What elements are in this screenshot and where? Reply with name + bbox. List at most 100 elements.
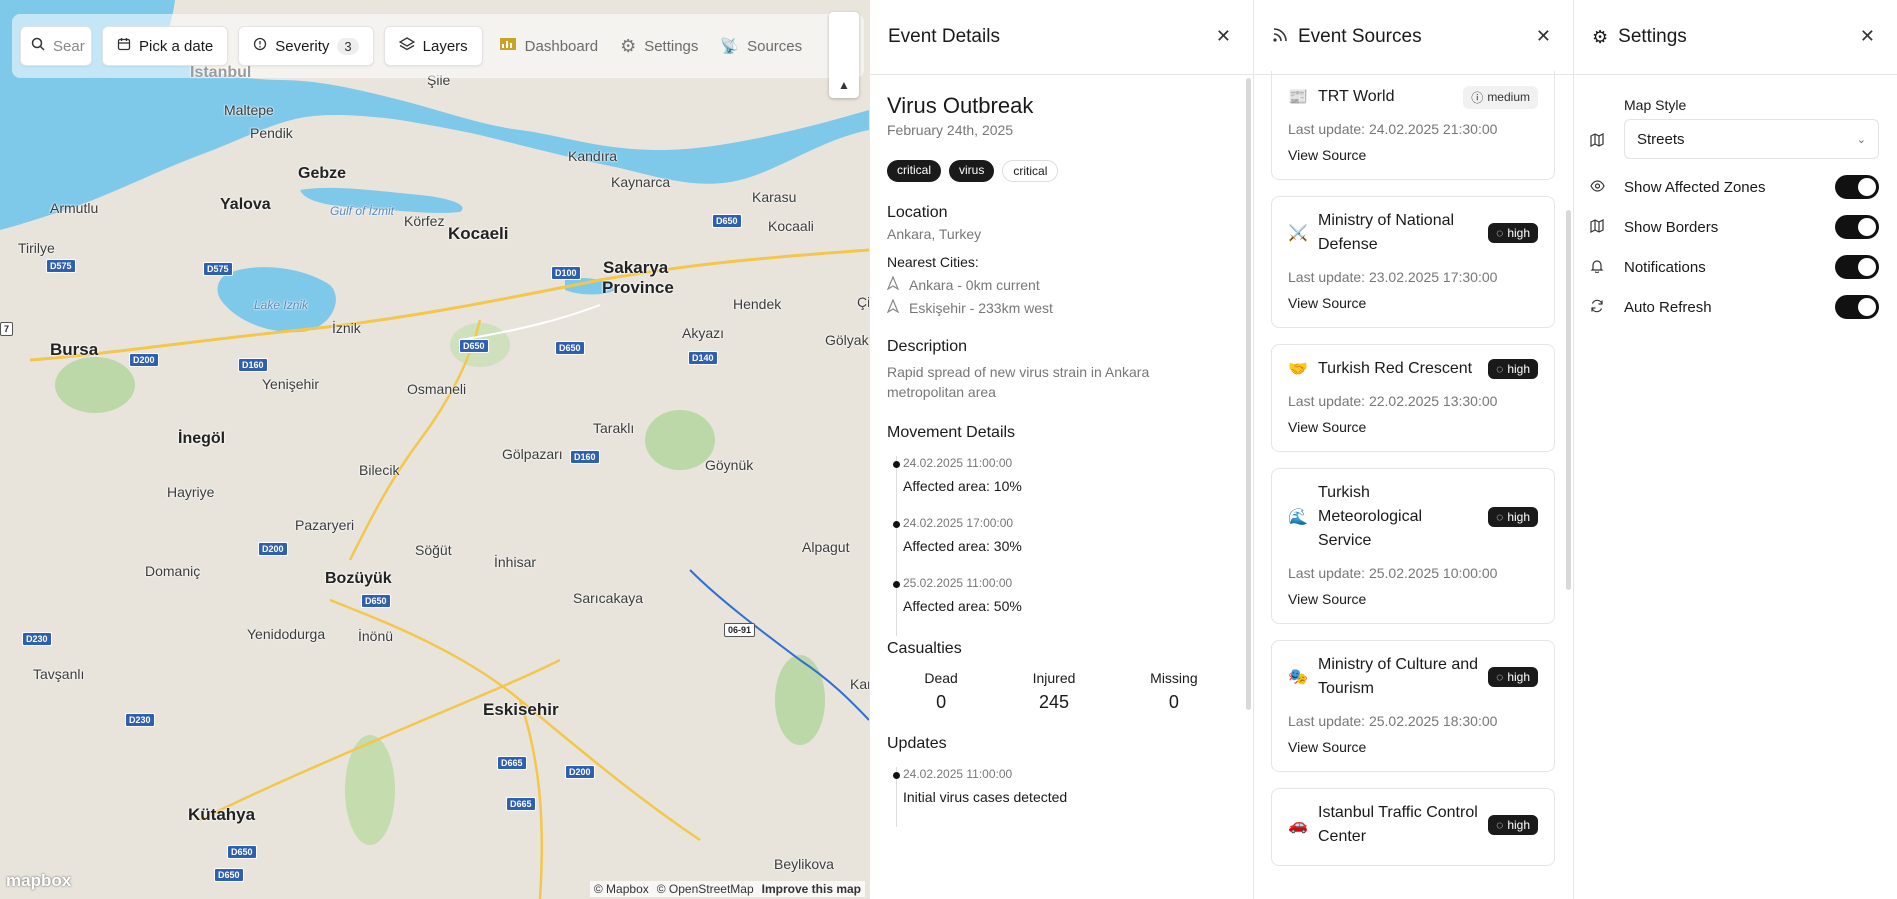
info-circle-icon: ⓘ (1471, 90, 1484, 105)
map-label-sogut: Söğüt (415, 542, 452, 558)
severity-text: high (1507, 670, 1530, 684)
map-label-sakarya: Sakarya (603, 258, 669, 277)
map-label-yenidodurga: Yenidodurga (247, 626, 326, 642)
layers-button[interactable]: Layers (383, 26, 483, 66)
view-source-link[interactable]: View Source (1288, 591, 1538, 607)
search-placeholder: Sear (53, 37, 85, 55)
road-badge: D200 (129, 353, 159, 367)
severity-label: Severity (275, 37, 330, 55)
tag-badge: critical (887, 160, 942, 182)
road-badge: D665 (497, 756, 527, 770)
map-label-lake-iznik: Lake Iznik (254, 298, 309, 312)
map-style-label: Map Style (1624, 97, 1687, 113)
timeline-time: 24.02.2025 11:00:00 (903, 456, 1013, 470)
map-icon (1590, 218, 1624, 236)
road-badge: D575 (46, 259, 76, 273)
timeline-time: 24.02.2025 17:00:00 (903, 516, 1014, 530)
attribution-mapbox[interactable]: © Mapbox (594, 882, 649, 896)
bell-icon (1590, 259, 1624, 276)
toggle-row-auto-refresh: Auto Refresh (1590, 287, 1879, 327)
location-heading: Location (887, 204, 948, 221)
compass-icon[interactable]: ▲ (838, 78, 850, 92)
map-label-ci: Çi (857, 294, 869, 310)
road-badge: D650 (555, 341, 585, 355)
eye-icon (1590, 179, 1624, 195)
timeline-time: 24.02.2025 11:00:00 (903, 767, 1013, 781)
map-label-golpazari: Gölpazarı (502, 446, 563, 462)
attribution-osm[interactable]: © OpenStreetMap (657, 882, 754, 896)
mapbox-logo[interactable]: mapbox (6, 871, 71, 891)
check-circle-icon: ◌ (1496, 226, 1504, 240)
navigation-icon (886, 275, 900, 293)
map-label-gebze: Gebze (298, 165, 347, 182)
wave-icon: 🌊 (1288, 509, 1308, 526)
car-icon: 🚗 (1288, 817, 1308, 834)
settings-button[interactable]: ⚙ Settings (614, 36, 704, 57)
toggle-row-affected-zones: Show Affected Zones (1590, 167, 1879, 207)
map-label-alpagut: Alpagut (802, 539, 850, 555)
sources-list: 📰 TRT World ⓘ medium Last update: 24.02.… (1254, 71, 1573, 866)
close-icon[interactable]: ✕ (1216, 26, 1231, 47)
nearest-city-item: Ankara - 0km current (886, 275, 1235, 293)
road-badge: 06-91 (724, 623, 756, 637)
road-badge: D575 (203, 262, 233, 276)
casualty-value: 245 (1038, 692, 1070, 712)
sources-button[interactable]: 📡 Sources (714, 37, 808, 56)
map-label-osmaneli: Osmaneli (407, 381, 467, 397)
map-label-korfez: Körfez (404, 213, 445, 229)
date-picker-button[interactable]: Pick a date (102, 26, 229, 66)
source-last-update: Last update: 25.02.2025 18:30:00 (1288, 713, 1498, 729)
timeline-text: Affected area: 10% (903, 478, 1022, 494)
search-icon (31, 37, 45, 55)
map-label-province: Province (602, 278, 674, 297)
map-label-armutlu: Armutlu (50, 200, 99, 216)
rss-icon (1272, 27, 1288, 48)
severity-count-badge: 3 (337, 37, 359, 55)
map-label-eskisehir: Eskisehir (483, 700, 559, 719)
notifications-toggle[interactable] (1835, 255, 1879, 279)
road-badge: D650 (361, 594, 391, 608)
tag-badge: virus (949, 160, 995, 182)
view-source-link[interactable]: View Source (1288, 295, 1538, 311)
road-badge: D100 (551, 266, 581, 280)
map-label-hendek: Hendek (733, 296, 782, 312)
source-card: 🤝 Turkish Red Crescent ◌ high Last updat… (1271, 344, 1555, 452)
map-label-inonu: İnönü (358, 628, 394, 644)
dashboard-button[interactable]: Dashboard (493, 36, 604, 56)
map-label-inhisar: İnhisar (494, 554, 537, 570)
map-label-hayriye: Hayriye (167, 484, 215, 500)
search-input[interactable]: Sear (20, 26, 92, 66)
view-source-link[interactable]: View Source (1288, 739, 1538, 755)
severity-badge: ⓘ medium (1463, 85, 1538, 109)
close-icon[interactable]: ✕ (1860, 26, 1875, 47)
close-icon[interactable]: ✕ (1536, 26, 1551, 47)
map-view[interactable]: Istanbul Şile Maltepe Pendik Gebze Kandı… (0, 0, 869, 899)
gear-icon: ⚙ (1592, 26, 1609, 47)
event-sources-header: Event Sources ✕ (1254, 0, 1573, 75)
scrollbar[interactable] (1246, 78, 1251, 710)
view-source-link[interactable]: View Source (1288, 147, 1538, 163)
auto-refresh-toggle[interactable] (1835, 295, 1879, 319)
timeline-text: Initial virus cases detected (903, 789, 1068, 805)
severity-text: medium (1487, 90, 1530, 104)
settings-header: ⚙ Settings ✕ (1574, 0, 1897, 75)
alert-circle-icon (253, 37, 267, 55)
map-style-select[interactable]: Streets ⌄ (1624, 119, 1879, 159)
gear-icon: ⚙ (620, 35, 637, 56)
map-zoom-controls[interactable]: ▲ (829, 12, 859, 98)
map-label-beylikova: Beylikova (774, 856, 834, 872)
map-icon (1590, 133, 1604, 152)
check-circle-icon: ◌ (1496, 818, 1504, 832)
description-text: Rapid spread of new virus strain in Anka… (887, 364, 1150, 400)
toggle-label: Auto Refresh (1624, 298, 1712, 316)
borders-toggle[interactable] (1835, 215, 1879, 239)
severity-filter-button[interactable]: Severity 3 (238, 26, 374, 66)
view-source-link[interactable]: View Source (1288, 419, 1538, 435)
road-badge: D230 (125, 713, 155, 727)
casualty-stat: Missing 0 (1150, 670, 1197, 713)
toggle-label: Notifications (1624, 258, 1706, 276)
affected-zones-toggle[interactable] (1835, 175, 1879, 199)
map-label-kocaeli: Kocaeli (448, 224, 509, 243)
attribution-improve[interactable]: Improve this map (762, 882, 861, 896)
source-name: Turkish Red Crescent (1318, 360, 1473, 377)
